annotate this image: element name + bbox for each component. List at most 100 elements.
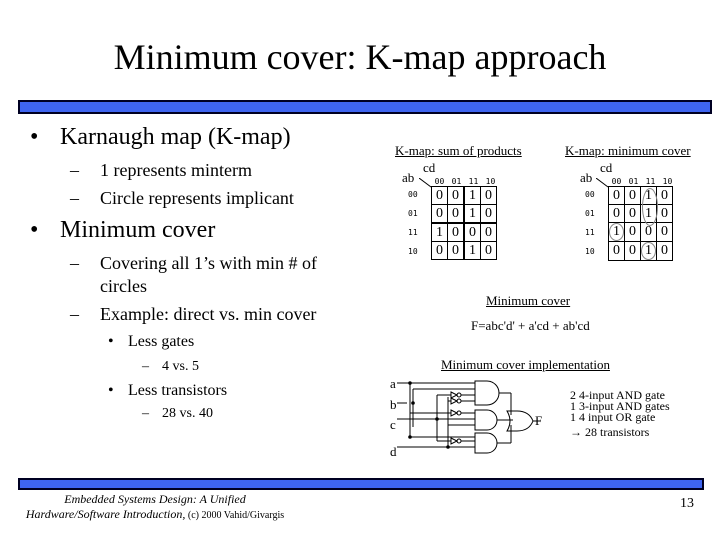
bullet-text: Less transistors [128, 382, 228, 399]
col-label: 11 [645, 177, 656, 186]
dash-icon: – [142, 359, 149, 374]
sub-bullet-text: Covering all 1’s with min # of [100, 253, 317, 273]
kmap-cell: 0 [447, 241, 465, 260]
and-gate-1 [474, 380, 500, 406]
implicant-oval-a'cd [642, 188, 658, 226]
col-label: 00 [434, 177, 445, 186]
footer-line-2: Hardware/Software Introduction, [25, 507, 186, 521]
sub-bullet-implicant: – Circle represents implicant [70, 188, 294, 209]
bullet-icon: • [30, 124, 39, 150]
col-label: 00 [611, 177, 622, 186]
row-label: 01 [408, 209, 418, 218]
dash-icon: – [70, 188, 79, 208]
kmap-cell: 0 [608, 186, 625, 205]
transistor-notes: 2 4-input AND gate 1 3-input AND gates 1… [570, 389, 670, 439]
col-label: 10 [485, 177, 496, 186]
sub-bullet-minterm: – 1 represents minterm [70, 160, 252, 181]
bullet-less-transistors: • Less transistors [108, 382, 227, 400]
footer-line-1: Embedded Systems Design: A Unified [64, 492, 246, 506]
sub-bullet-transistor-count: –28 vs. 40 [142, 406, 213, 422]
kmap-cell: 0 [656, 241, 673, 261]
bullet-text: Karnaugh map (K-map) [60, 124, 291, 150]
kmap-sop-title: K-map: sum of products [395, 143, 522, 158]
footer-citation: Embedded Systems Design: A Unified Hardw… [10, 492, 300, 522]
col-label: 01 [451, 177, 462, 186]
kmap-cell: 1 [431, 222, 448, 242]
logic-circuit-diagram [397, 380, 540, 454]
sub-bullet-text: 4 vs. 5 [162, 359, 199, 374]
kmap-cell: 0 [431, 204, 448, 224]
dash-icon: – [142, 406, 149, 421]
page-number: 13 [680, 496, 694, 511]
implicant-circle: 1 [609, 223, 624, 241]
kmap-cell: 0 [463, 222, 481, 242]
kmap-cell: 1 [463, 241, 481, 260]
kmap-cell: 1 [463, 186, 481, 205]
col-label: 11 [468, 177, 479, 186]
bullet-icon: • [30, 217, 39, 243]
bullet-icon: • [108, 382, 114, 399]
row-label: 00 [408, 190, 418, 199]
min-cover-heading: Minimum cover [486, 293, 571, 308]
kmap-min-title: K-map: minimum cover [565, 143, 691, 158]
bullet-text: Minimum cover [60, 217, 216, 243]
row-label: 10 [408, 247, 418, 256]
col-label: 10 [662, 177, 673, 186]
kmap-cell: 0 [447, 222, 465, 242]
kmap-cell: 0 [608, 204, 625, 223]
row-label: 01 [585, 209, 595, 218]
kmap-cell: 0 [480, 241, 497, 260]
row-label: 11 [408, 228, 418, 237]
and-gate-2 [474, 409, 498, 431]
kmap-cell: 0 [624, 241, 641, 261]
kmap-cell-circled: 1 [640, 241, 657, 261]
slide-title: Minimum cover: K-map approach [113, 37, 607, 77]
footer-copyright: (c) 2000 Vahid/Givargis [185, 510, 285, 521]
bullet-icon: • [108, 333, 114, 350]
footer-divider-bar [18, 478, 704, 490]
kmap-cell: 1 [463, 204, 481, 224]
row-label: 00 [585, 190, 595, 199]
sub-bullet-text: Circle represents implicant [100, 188, 294, 208]
bullet-less-gates: • Less gates [108, 333, 194, 351]
kmap-cell: 0 [480, 186, 497, 205]
bullet-kmap: • Karnaugh map (K-map) [30, 124, 291, 151]
sub-bullet-gates-count: –4 vs. 5 [142, 359, 199, 375]
bullet-minimum-cover: • Minimum cover [30, 217, 215, 244]
sub-bullet-text: 1 represents minterm [100, 160, 252, 180]
sub-bullet-covering-cont: circles [100, 276, 147, 296]
sub-bullet-text: 28 vs. 40 [162, 406, 213, 421]
note-line: 1 4 input OR gate [570, 410, 656, 424]
min-cover-equation: F=abc'd' + a'cd + ab'cd [471, 318, 590, 333]
sub-bullet-example: – Example: direct vs. min cover [70, 304, 316, 325]
dash-icon: – [70, 304, 79, 324]
min-cover-impl-heading: Minimum cover implementation [441, 357, 610, 372]
kmap-sop-grid: 0010 0010 1000 0010 [431, 186, 497, 260]
kmap-cell: 0 [480, 222, 497, 242]
kmap-cell: 0 [624, 186, 641, 205]
dash-icon: – [70, 253, 79, 273]
sub-bullet-text: Example: direct vs. min cover [100, 304, 317, 324]
row-label: 10 [585, 247, 595, 256]
kmap-sop-row-labels: 00 01 11 10 [408, 190, 418, 266]
kmap-sop-row-var: ab [402, 170, 415, 185]
kmap-min-row-var: ab [580, 170, 593, 185]
kmap-cell: 0 [431, 241, 448, 260]
kmap-cell: 0 [624, 222, 641, 242]
note-line: → 28 transistors [570, 425, 650, 439]
implicant-circle: 1 [641, 242, 656, 260]
kmap-min-row-labels: 00 01 11 10 [585, 190, 595, 266]
dash-icon: – [70, 160, 79, 180]
and-gate-3 [474, 432, 498, 454]
kmap-cell: 0 [447, 204, 465, 224]
title-divider-bar [18, 100, 712, 114]
row-label: 11 [585, 228, 595, 237]
kmap-cell: 0 [608, 241, 625, 261]
kmap-cell: 0 [480, 204, 497, 224]
kmap-cell: 0 [447, 186, 465, 205]
kmap-cell-circled: 1 [608, 222, 625, 242]
col-label: 01 [628, 177, 639, 186]
bullet-text: Less gates [128, 333, 195, 350]
kmap-cell: 0 [624, 204, 641, 223]
kmap-cell: 0 [431, 186, 448, 205]
